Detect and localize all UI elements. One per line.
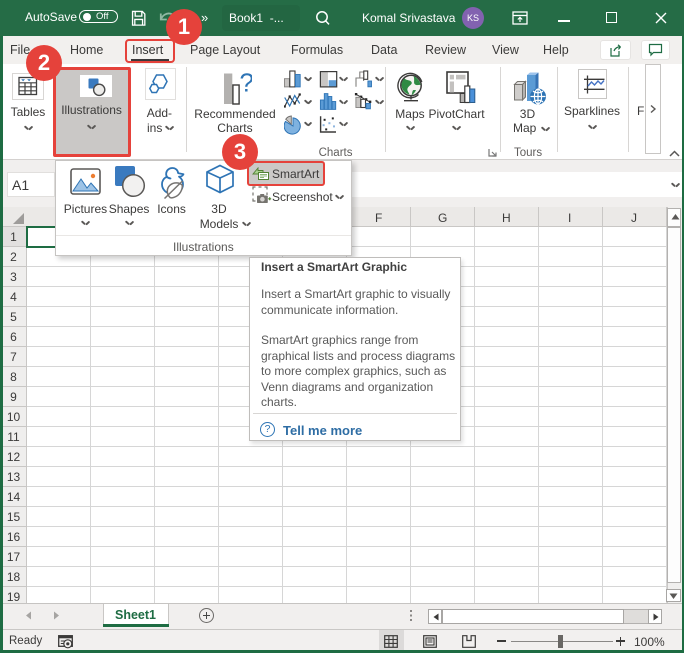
svg-text:?: ?	[240, 69, 253, 98]
